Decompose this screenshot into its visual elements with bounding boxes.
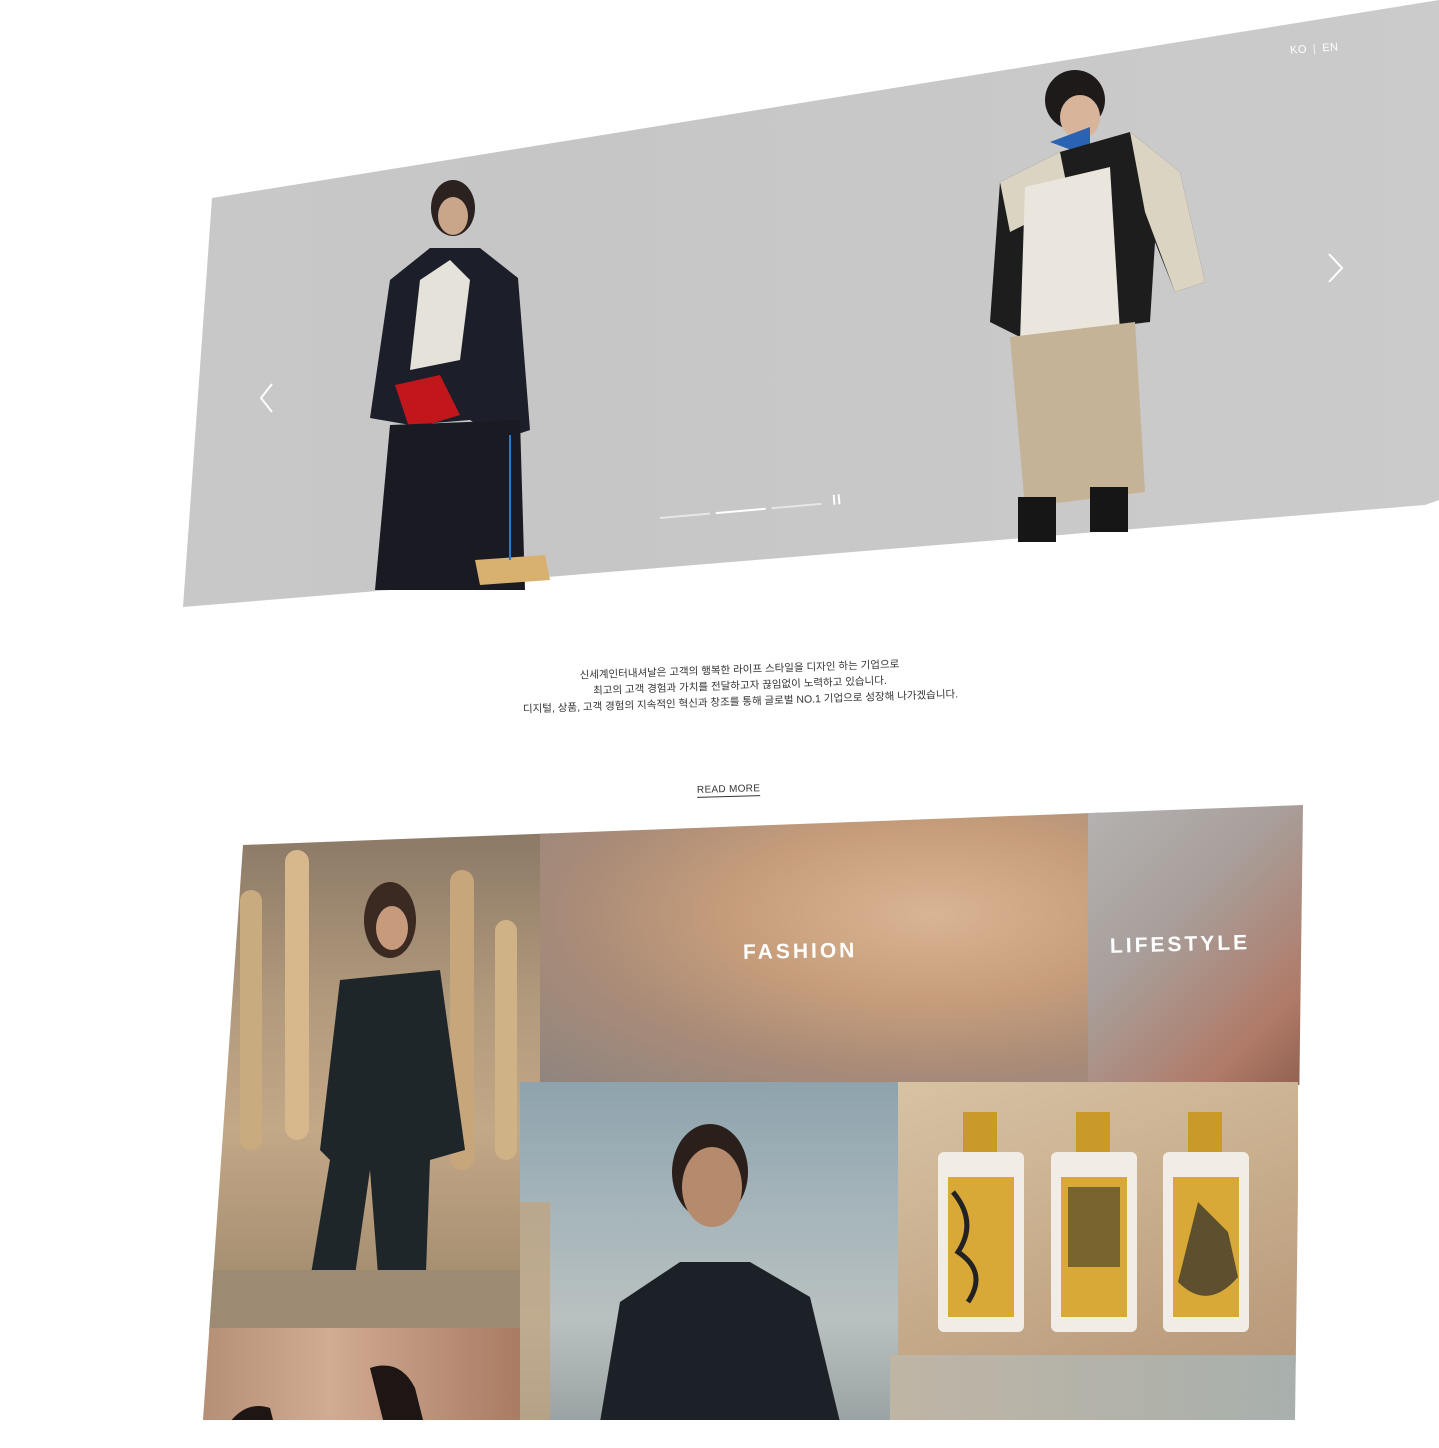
lang-ko-link[interactable]: KO: [1290, 44, 1308, 57]
gallery-tile-bottom-right[interactable]: [890, 1355, 1300, 1420]
gallery-tile-shoes[interactable]: [203, 1328, 525, 1420]
category-gallery: [203, 805, 1303, 1420]
intro-text: 신세계인터내셔날은 고객의 행복한 라이프 스타일을 디자인 하는 기업으로 최…: [489, 653, 990, 718]
gallery-tile-perfume[interactable]: [898, 1082, 1298, 1362]
gallery-tile-man-portrait[interactable]: [520, 1082, 910, 1420]
fashion-label[interactable]: FASHION: [743, 939, 858, 965]
pager-bar-2[interactable]: [715, 507, 766, 515]
hero-model-left: [370, 180, 550, 590]
lang-separator: |: [1312, 42, 1317, 56]
read-more-link[interactable]: READ MORE: [696, 783, 761, 798]
pause-icon[interactable]: [832, 494, 842, 505]
lifestyle-label[interactable]: LIFESTYLE: [1110, 931, 1251, 959]
pager-bar-1[interactable]: [659, 512, 710, 519]
chevron-right-icon[interactable]: [1322, 248, 1348, 288]
desert-model-image: [203, 850, 552, 1330]
man-portrait-image: [520, 1124, 840, 1420]
gallery-tile-desert-model[interactable]: [203, 830, 552, 1330]
shoes-image: [220, 1365, 430, 1420]
lang-en-link[interactable]: EN: [1322, 41, 1339, 54]
chevron-left-icon[interactable]: [254, 378, 280, 418]
perfume-bottles-image: [938, 1112, 1249, 1332]
hero-model-right: [990, 70, 1205, 542]
pager-bar-3[interactable]: [771, 502, 822, 510]
